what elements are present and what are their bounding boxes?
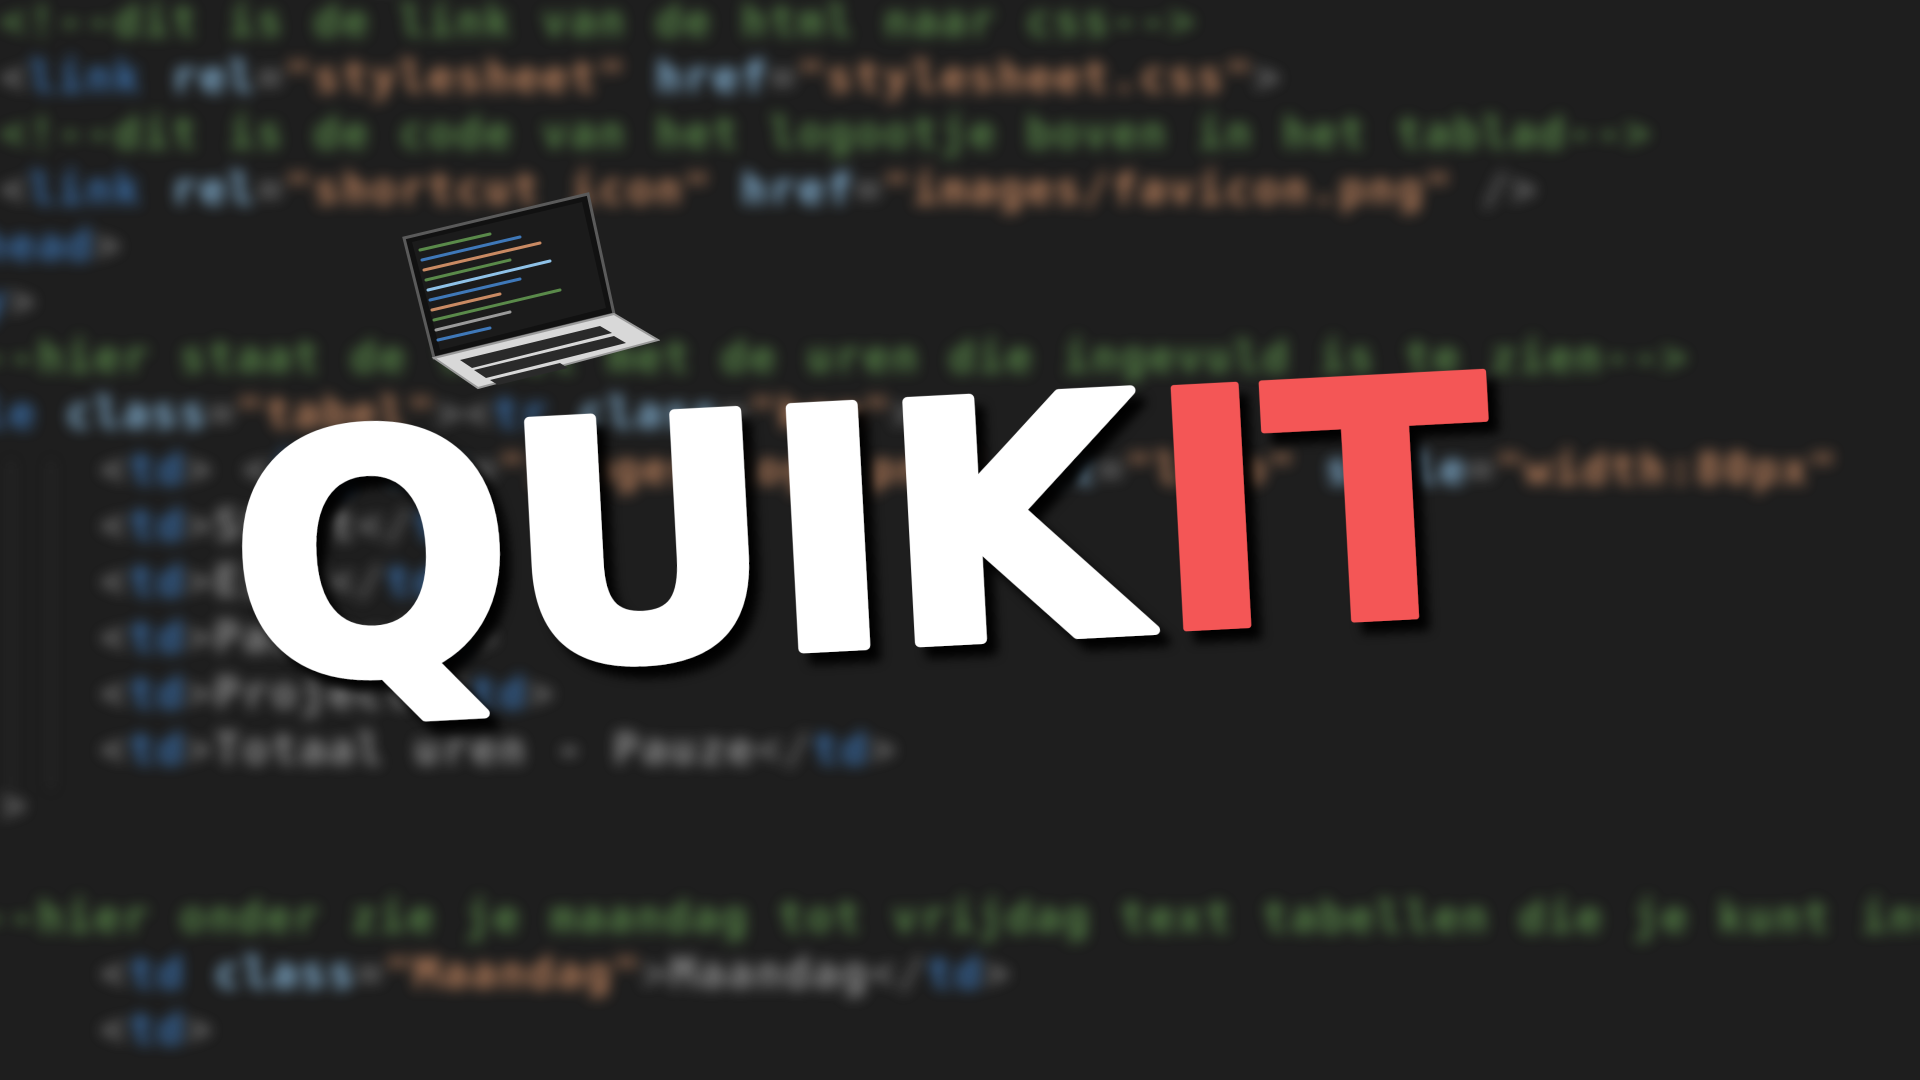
thumbnail: <title>Urenregistratie Jaizanarkon </tit… <box>0 0 1920 1080</box>
logo: QUIK IT <box>216 303 1506 761</box>
logo-word-it: IT <box>1140 306 1503 707</box>
logo-word-quik: QUIK <box>221 324 1161 756</box>
